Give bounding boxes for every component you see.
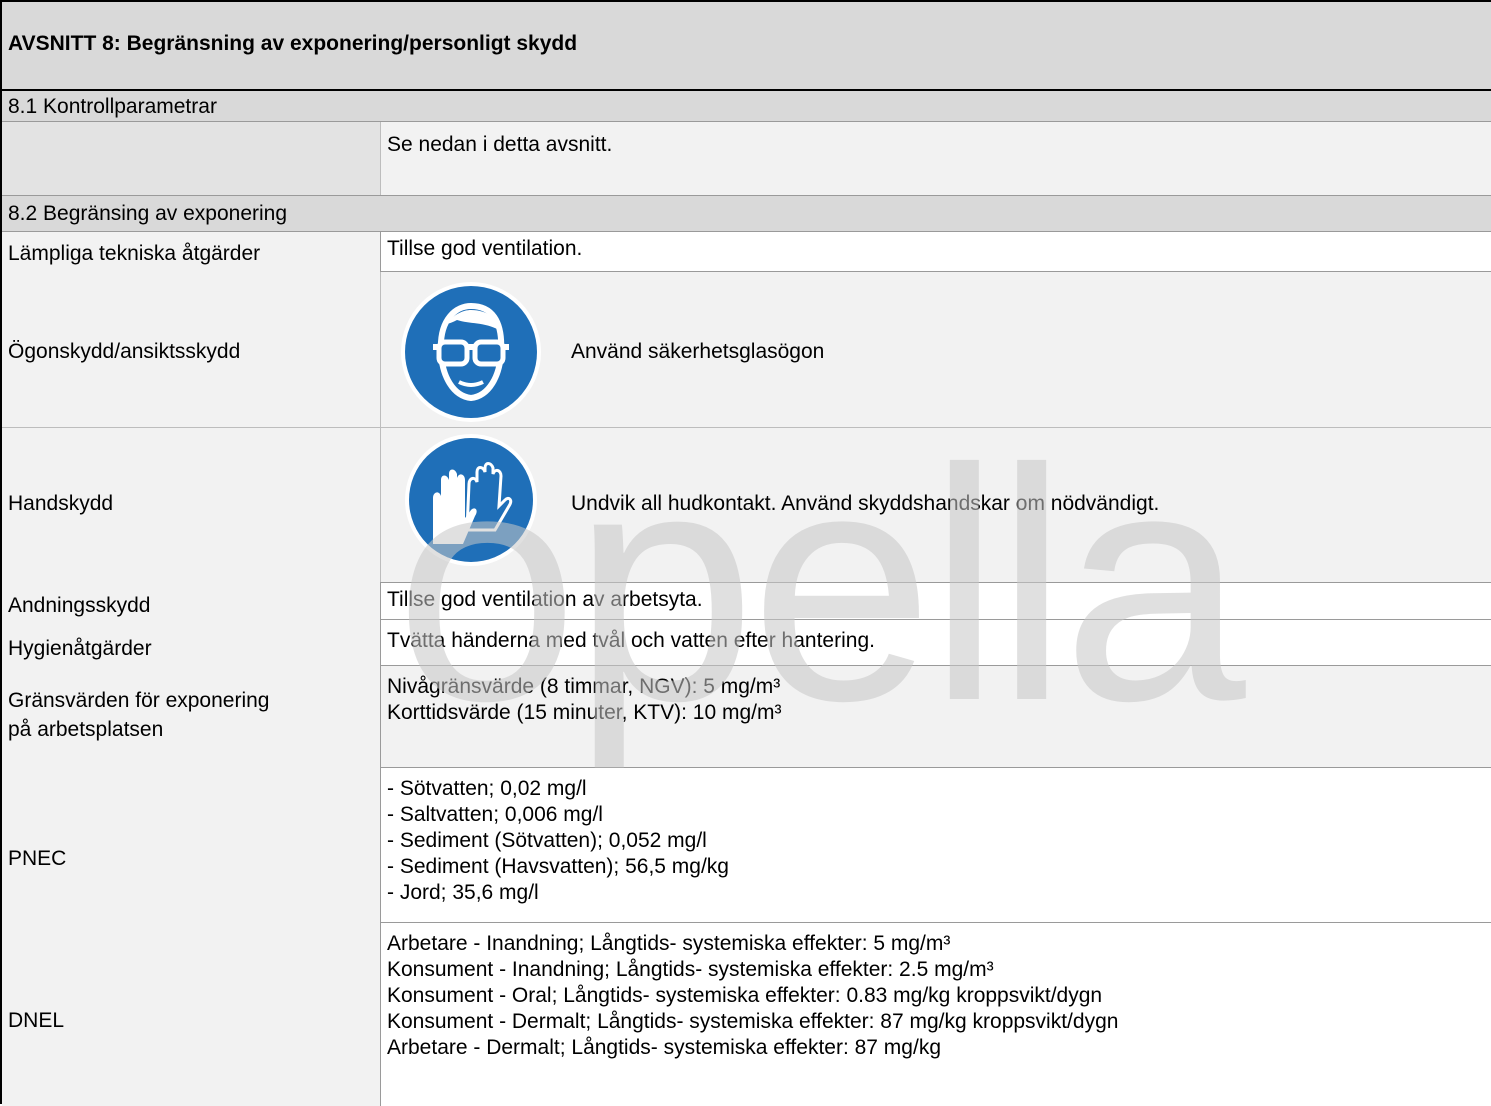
- dnel-label: DNEL: [8, 1009, 65, 1032]
- exposure-limits-row: Gränsvärden för exponering på arbetsplat…: [2, 666, 1491, 768]
- subsection-8-1-row: Se nedan i detta avsnitt.: [2, 122, 1491, 195]
- section-title: AVSNITT 8: Begränsning av exponering/per…: [8, 32, 578, 55]
- hand-protection-label: Handskydd: [8, 492, 114, 515]
- safety-goggles-icon: [401, 282, 541, 422]
- respiratory-protection-value-cell: Tillse god ventilation av arbetsyta.: [380, 582, 1491, 620]
- dnel-label-cell: DNEL: [2, 923, 380, 1106]
- technical-measures-label-cell: Lämpliga tekniska åtgärder: [2, 232, 380, 272]
- pnec-label: PNEC: [8, 847, 67, 870]
- pnec-line: - Jord; 35,6 mg/l: [387, 881, 539, 904]
- pnec-values: - Sötvatten; 0,02 mg/l - Saltvatten; 0,0…: [387, 776, 729, 906]
- dnel-row: DNEL Arbetare - Inandning; Långtids- sys…: [2, 923, 1491, 1106]
- technical-measures-value: Tillse god ventilation.: [387, 237, 583, 260]
- respiratory-protection-label: Andningsskydd: [8, 594, 151, 617]
- exposure-limits-label: Gränsvärden för exponering på arbetsplat…: [8, 686, 270, 744]
- dnel-line: Konsument - Inandning; Långtids- systemi…: [387, 958, 994, 981]
- dnel-line: Konsument - Oral; Långtids- systemiska e…: [387, 984, 1103, 1007]
- exposure-limits-label-cell: Gränsvärden för exponering på arbetsplat…: [2, 666, 380, 768]
- respiratory-protection-label-cell: Andningsskydd: [2, 582, 380, 620]
- dnel-line: Konsument - Dermalt; Långtids- systemisk…: [387, 1010, 1119, 1033]
- pnec-line: - Sötvatten; 0,02 mg/l: [387, 777, 587, 800]
- subsection-8-1-label-cell: [2, 122, 380, 195]
- exposure-limits-label-line: på arbetsplatsen: [8, 718, 164, 741]
- section-title-bar: AVSNITT 8: Begränsning av exponering/per…: [2, 2, 1491, 91]
- eye-protection-label: Ögonskydd/ansiktsskydd: [8, 340, 241, 363]
- pnec-row: PNEC - Sötvatten; 0,02 mg/l - Saltvatten…: [2, 768, 1491, 923]
- hygiene-measures-label: Hygienåtgärder: [8, 637, 152, 660]
- exposure-limits-label-line: Gränsvärden för exponering: [8, 689, 270, 712]
- subsection-8-1-heading-bar: 8.1 Kontrollparametrar: [2, 91, 1491, 122]
- respiratory-protection-value: Tillse god ventilation av arbetsyta.: [387, 588, 703, 611]
- technical-measures-label: Lämpliga tekniska åtgärder: [8, 242, 261, 265]
- hand-protection-row: Handskydd Undvik all hudkontakt. Använd …: [2, 427, 1491, 582]
- hand-protection-value-cell: Undvik all hudkontakt. Använd skyddshand…: [380, 428, 1491, 582]
- hand-protection-label-cell: Handskydd: [2, 428, 380, 582]
- exposure-limit-line: Korttidsvärde (15 minuter, KTV): 10 mg/m…: [387, 701, 782, 724]
- section-8-sheet: AVSNITT 8: Begränsning av exponering/per…: [0, 0, 1491, 1106]
- exposure-limit-line: Nivågränsvärde (8 timmar, NGV): 5 mg/m³: [387, 675, 781, 698]
- eye-protection-label-cell: Ögonskydd/ansiktsskydd: [2, 272, 380, 427]
- protective-gloves-icon: [405, 434, 537, 566]
- subsection-8-1-heading: 8.1 Kontrollparametrar: [8, 95, 217, 118]
- pnec-line: - Sediment (Havsvatten); 56,5 mg/kg: [387, 855, 729, 878]
- subsection-8-1-value-cell: Se nedan i detta avsnitt.: [380, 122, 1491, 195]
- dnel-line: Arbetare - Inandning; Långtids- systemis…: [387, 932, 951, 955]
- hygiene-measures-value-cell: Tvätta händerna med tvål och vatten efte…: [380, 620, 1491, 666]
- hand-protection-value: Undvik all hudkontakt. Använd skyddshand…: [571, 492, 1160, 515]
- eye-protection-row: Ögonskydd/ansiktsskydd Använd säkerhetsg…: [2, 272, 1491, 427]
- dnel-line: Arbetare - Dermalt; Långtids- systemiska…: [387, 1036, 941, 1059]
- eye-protection-value: Använd säkerhetsglasögon: [571, 340, 825, 363]
- dnel-value-cell: Arbetare - Inandning; Långtids- systemis…: [380, 923, 1491, 1106]
- hygiene-measures-row: Hygienåtgärder Tvätta händerna med tvål …: [2, 620, 1491, 666]
- exposure-limits-values: Nivågränsvärde (8 timmar, NGV): 5 mg/m³ …: [387, 674, 781, 726]
- technical-measures-row: Lämpliga tekniska åtgärder Tillse god ve…: [2, 232, 1491, 272]
- hygiene-measures-value: Tvätta händerna med tvål och vatten efte…: [387, 629, 875, 652]
- exposure-limits-value-cell: Nivågränsvärde (8 timmar, NGV): 5 mg/m³ …: [380, 666, 1491, 768]
- pnec-label-cell: PNEC: [2, 768, 380, 923]
- hygiene-measures-label-cell: Hygienåtgärder: [2, 620, 380, 666]
- pnec-value-cell: - Sötvatten; 0,02 mg/l - Saltvatten; 0,0…: [380, 768, 1491, 923]
- subsection-8-2-heading: 8.2 Begränsing av exponering: [8, 202, 288, 225]
- eye-protection-value-cell: Använd säkerhetsglasögon: [380, 272, 1491, 427]
- subsection-8-1-text: Se nedan i detta avsnitt.: [387, 133, 613, 156]
- pnec-line: - Sediment (Sötvatten); 0,052 mg/l: [387, 829, 707, 852]
- dnel-values: Arbetare - Inandning; Långtids- systemis…: [387, 931, 1118, 1061]
- technical-measures-value-cell: Tillse god ventilation.: [380, 232, 1491, 272]
- subsection-8-2-heading-bar: 8.2 Begränsing av exponering: [2, 195, 1491, 232]
- respiratory-protection-row: Andningsskydd Tillse god ventilation av …: [2, 582, 1491, 620]
- pnec-line: - Saltvatten; 0,006 mg/l: [387, 803, 603, 826]
